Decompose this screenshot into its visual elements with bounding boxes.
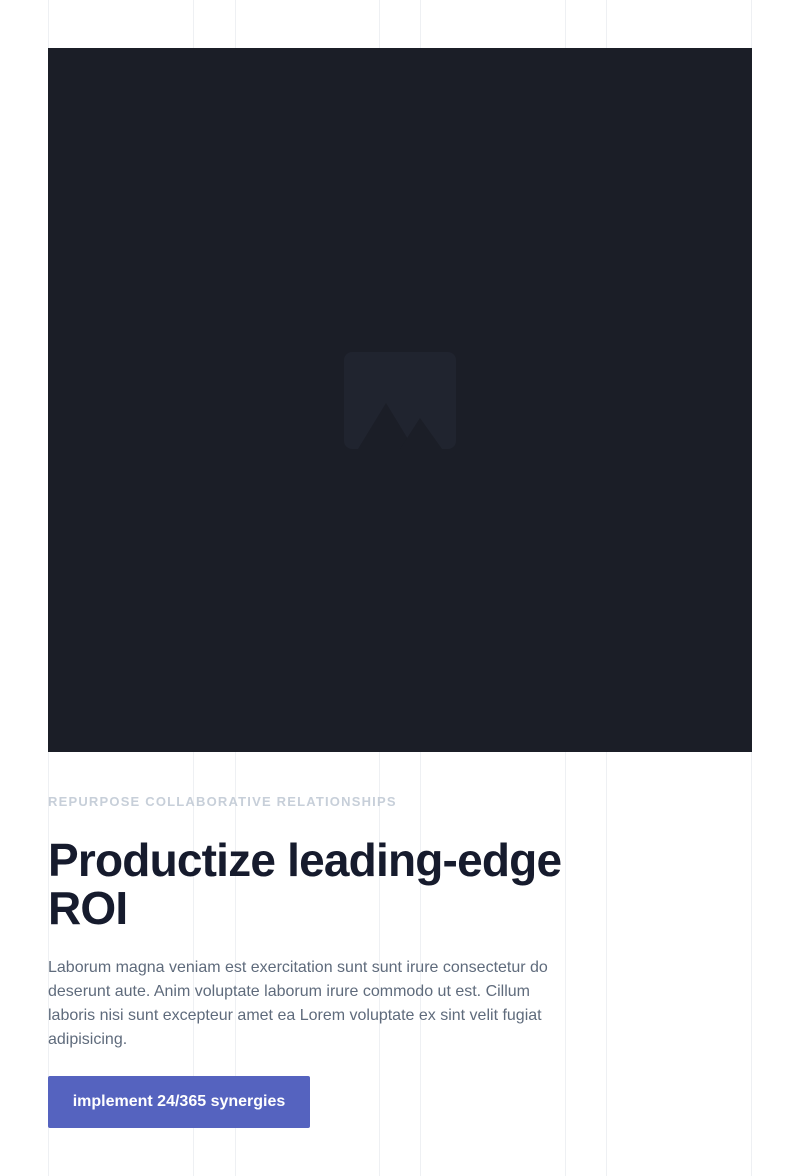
eyebrow: REPURPOSE COLLABORATIVE RELATIONSHIPS [48, 794, 397, 809]
hero-image [48, 48, 752, 752]
image-placeholder-icon [344, 351, 456, 449]
implement-synergies-button[interactable]: implement 24/365 synergies [48, 1076, 310, 1128]
page-title: Productize leading-edge ROI [48, 834, 562, 934]
body-copy: Laborum magna veniam est exercitation su… [48, 959, 548, 1048]
